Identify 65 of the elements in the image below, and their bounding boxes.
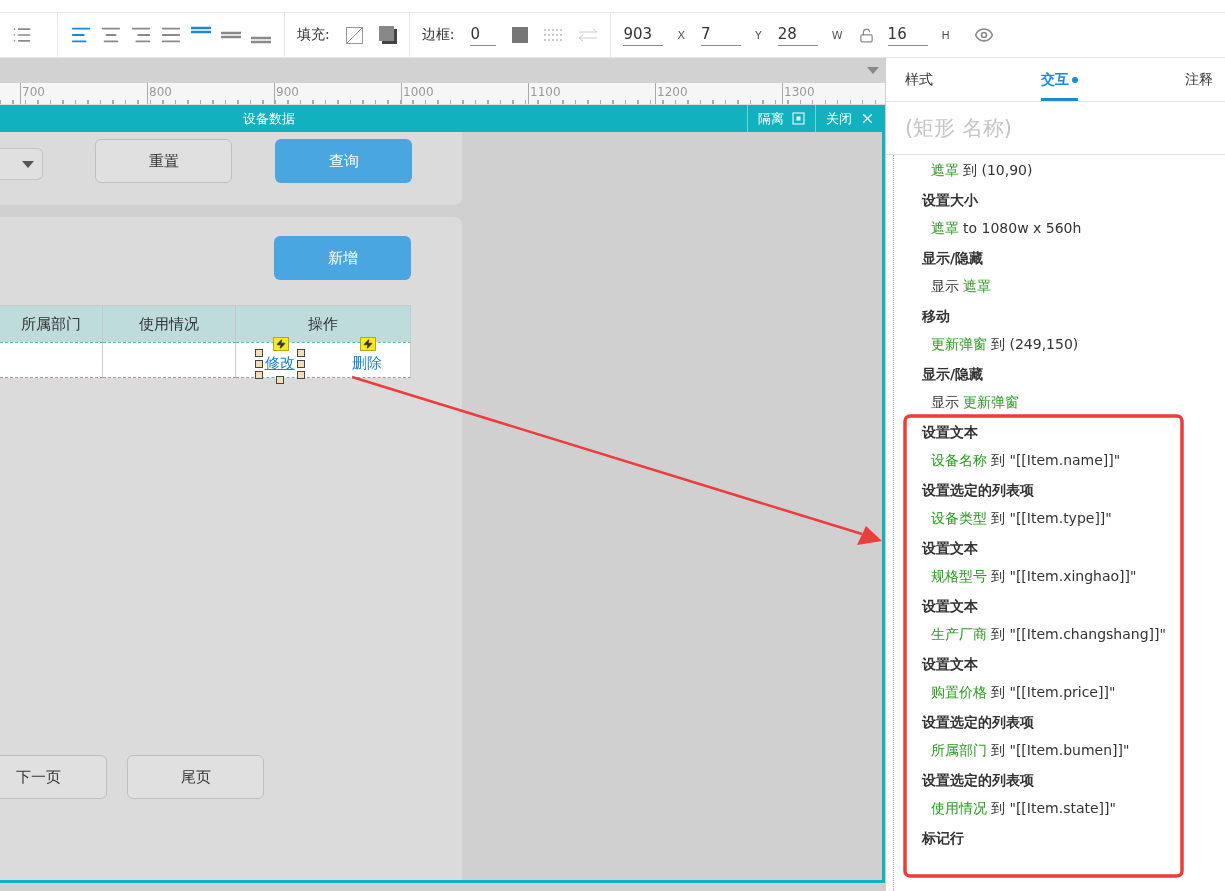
action-detail: 使用情况 到 "[[Item.state]]"	[930, 799, 1117, 818]
action-detail: 所属部门 到 "[[Item.bumen]]"	[930, 741, 1131, 760]
action-detail: 更新弹窗 到 (249,150)	[930, 335, 1080, 354]
action-heading: 标记行	[921, 829, 965, 848]
action-detail: 显示 更新弹窗	[930, 393, 1020, 412]
axis-label: Y	[755, 28, 762, 42]
dropdown-caret-icon[interactable]	[867, 67, 879, 74]
reset-button[interactable]: 重置	[95, 139, 232, 183]
list-icon[interactable]	[12, 25, 32, 45]
ruler-label: 1000	[401, 83, 528, 104]
action-heading: 设置文本	[920, 423, 979, 442]
page-title: 设备数据	[243, 109, 296, 128]
action-heading: 设置文本	[920, 655, 979, 674]
border-color-icon[interactable]	[512, 27, 529, 43]
action-heading: 显示/隐藏	[921, 249, 985, 268]
fill-color-icon[interactable]	[378, 26, 397, 44]
row-action-link[interactable]: 删除	[351, 353, 382, 373]
fill-label: 填充:	[297, 26, 330, 44]
column-header: 所属部门	[0, 305, 103, 342]
close-icon	[860, 111, 875, 126]
column-header: 操作	[236, 305, 411, 342]
action-detail: 规格型号 到 "[[Item.xinghao]]"	[930, 567, 1138, 586]
axis-label: X	[677, 28, 685, 42]
resize-handles-drawing[interactable]	[296, 348, 305, 379]
action-detail: 购置价格 到 "[[Item.price]]"	[930, 683, 1117, 702]
border-label: 边框:	[421, 26, 455, 44]
border-width-field[interactable]: 0	[470, 24, 497, 46]
action-heading: 移动	[920, 307, 951, 326]
geometry-field[interactable]: 16	[887, 24, 928, 46]
action-detail: 设备类型 到 "[[Item.type]]"	[930, 509, 1113, 528]
ruler-label: 700	[20, 83, 147, 104]
dropdown[interactable]	[0, 148, 43, 180]
action-heading: 设置选定的列表项	[920, 481, 1035, 500]
resize-handle-icon[interactable]	[275, 375, 284, 384]
axis-label: W	[831, 28, 843, 42]
row-action-link[interactable]: 修改	[264, 353, 295, 373]
isolate-icon	[792, 112, 805, 125]
no-fill-icon[interactable]	[345, 26, 363, 44]
action-heading: 设置文本	[920, 539, 979, 558]
ruler-label: 1200	[655, 83, 782, 104]
action-heading: 设置选定的列表项	[920, 771, 1035, 790]
action-heading: 设置大小	[920, 191, 979, 210]
lock-icon[interactable]	[858, 27, 874, 43]
action-detail: 生产厂商 到 "[[Item.changshang]]"	[930, 625, 1167, 644]
axis-label: H	[941, 28, 950, 42]
action-heading: 设置选定的列表项	[920, 713, 1035, 732]
pager-button[interactable]: 尾页	[127, 755, 264, 799]
resize-handles-drawing[interactable]	[254, 348, 263, 379]
geometry-field[interactable]: 903	[623, 24, 664, 46]
action-detail: 遮罩 to 1080w x 560h	[930, 219, 1083, 238]
pager-button[interactable]: 下一页	[0, 755, 107, 799]
action-heading: 设置文本	[920, 597, 979, 616]
action-detail: 遮罩 到 (10,90)	[930, 161, 1034, 180]
action-heading: 显示/隐藏	[921, 365, 985, 384]
ruler-label: 900	[274, 83, 401, 104]
action-detail: 显示 遮罩	[930, 277, 992, 296]
geometry-field[interactable]: 28	[777, 24, 818, 46]
column-header: 使用情况	[103, 305, 236, 342]
ruler-label: 800	[147, 83, 274, 104]
ruler-label: 1100	[528, 83, 655, 104]
eye-icon[interactable]	[973, 25, 994, 45]
action-detail: 设备名称 到 "[[Item.name]]"	[930, 451, 1122, 470]
panel-tab[interactable]: 注释	[1185, 58, 1213, 101]
caret-icon	[22, 160, 34, 168]
geometry-field[interactable]: 7	[701, 24, 741, 46]
